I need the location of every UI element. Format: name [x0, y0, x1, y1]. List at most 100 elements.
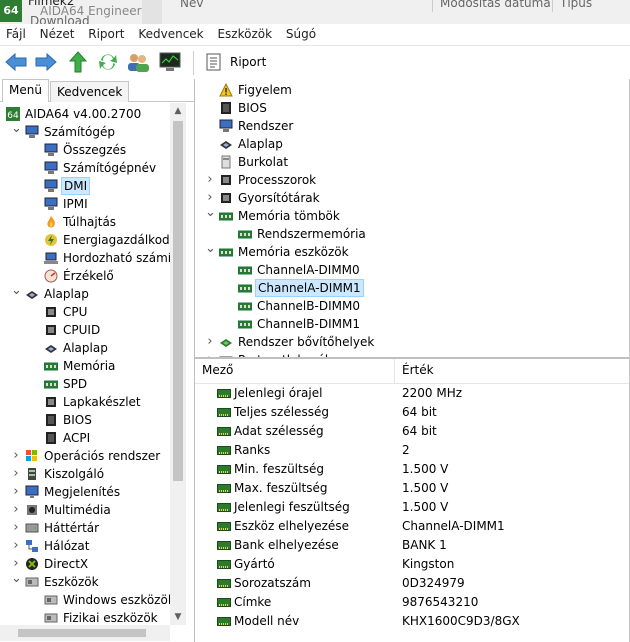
tree-item[interactable]: DMI	[0, 177, 170, 195]
tree-item[interactable]: IPMI	[0, 195, 170, 213]
table-row[interactable]: Max. feszültség 1.500 V	[195, 479, 630, 498]
tree-item[interactable]: › Hálózat	[0, 537, 170, 555]
column-header-field[interactable]: Mező	[202, 363, 233, 377]
tree-item[interactable]: ⌄ Memória tömbök	[195, 206, 630, 225]
tree-item[interactable]: BIOS	[0, 411, 170, 429]
tree-item[interactable]: ⌄ Alaplap	[0, 284, 170, 303]
tree-item[interactable]: Érzékelő	[0, 267, 170, 285]
tree-item[interactable]: ⌄ Memória eszközök	[195, 242, 630, 261]
table-row[interactable]: Adat szélesség 64 bit	[195, 422, 630, 441]
collapse-chevron-icon[interactable]: ⌄	[11, 572, 22, 591]
menu-view[interactable]: Nézet	[35, 24, 80, 44]
table-row[interactable]: Címke 9876543210	[195, 593, 630, 612]
expand-chevron-icon[interactable]: ›	[11, 465, 21, 483]
tree-item[interactable]: Alaplap	[195, 135, 630, 153]
vertical-scrollbar[interactable]: ▲ ▼	[170, 103, 186, 625]
collapse-chevron-icon[interactable]: ⌄	[205, 242, 216, 261]
expand-chevron-icon[interactable]: ›	[11, 483, 21, 501]
tree-item[interactable]: Energiagazdálkodás	[0, 231, 170, 249]
tree-item[interactable]: › Rendszer bővítőhelyek	[195, 333, 630, 351]
menu-tools[interactable]: Eszközök	[212, 24, 277, 44]
table-row[interactable]: Teljes szélesség 64 bit	[195, 403, 630, 422]
up-button[interactable]	[66, 51, 90, 73]
tree-item[interactable]: › Operációs rendszer	[0, 447, 170, 465]
column-header-value[interactable]: Érték	[402, 363, 434, 377]
users-button[interactable]	[126, 51, 150, 73]
tree-item[interactable]: Rendszer	[195, 117, 630, 135]
tree-item[interactable]: 64 AIDA64 v4.00.2700	[0, 105, 170, 123]
forward-button[interactable]	[34, 51, 58, 73]
expand-chevron-icon[interactable]: ›	[205, 171, 215, 189]
tree-item[interactable]: Figyelem	[195, 81, 630, 99]
refresh-button[interactable]	[96, 51, 120, 73]
menu-file[interactable]: Fájl	[0, 24, 31, 44]
table-row[interactable]: Jelenlegi órajel 2200 MHz	[195, 384, 630, 403]
windows-icon	[25, 449, 39, 463]
scrollbar-thumb[interactable]	[173, 121, 183, 481]
tree-item[interactable]: › DirectX	[0, 555, 170, 573]
table-row[interactable]: Eszköz elhelyezése ChannelA-DIMM1	[195, 517, 630, 536]
table-row[interactable]: Jelenlegi feszültség 1.500 V	[195, 498, 630, 517]
tree-item[interactable]: › Gyorsítótárak	[195, 189, 630, 207]
tree-item[interactable]: › Portcsatlakozók	[195, 351, 630, 357]
table-row[interactable]: Ranks 2	[195, 441, 630, 460]
expand-chevron-icon[interactable]: ›	[11, 447, 21, 465]
tree-item[interactable]: BIOS	[195, 99, 630, 117]
expand-chevron-icon[interactable]: ›	[11, 519, 21, 537]
expand-chevron-icon[interactable]: ›	[11, 501, 21, 519]
tree-item-label: Összegzés	[63, 143, 127, 157]
tree-item[interactable]: › Megjelenítés	[0, 483, 170, 501]
tree-item[interactable]: Számítógépnév	[0, 159, 170, 177]
tree-item[interactable]: SPD	[0, 375, 170, 393]
tree-item[interactable]: ⌄ Eszközök	[0, 572, 170, 591]
tree-item[interactable]: ⌄ Számítógép	[0, 122, 170, 141]
column-divider[interactable]	[394, 359, 395, 383]
expand-chevron-icon[interactable]: ›	[205, 333, 215, 351]
tree-item[interactable]: ChannelA-DIMM0	[195, 261, 630, 279]
tab-favorites[interactable]: Kedvencek	[50, 81, 130, 102]
tree-item[interactable]: › Multimédia	[0, 501, 170, 519]
table-row[interactable]: Sorozatszám 0D324979	[195, 574, 630, 593]
tree-item[interactable]: Fizikai eszközök	[0, 609, 170, 623]
expand-chevron-icon[interactable]: ›	[11, 537, 21, 555]
tree-item[interactable]: Lapkakészlet	[0, 393, 170, 411]
tree-item[interactable]: › Háttértár	[0, 519, 170, 537]
collapse-chevron-icon[interactable]: ⌄	[205, 206, 216, 225]
tree-item[interactable]: ACPI	[0, 429, 170, 447]
table-row[interactable]: Bank elhelyezése BANK 1	[195, 536, 630, 555]
tree-item[interactable]: Memória	[0, 357, 170, 375]
tree-item[interactable]: Rendszermemória	[195, 225, 630, 243]
menu-help[interactable]: Súgó	[281, 24, 321, 44]
scroll-up-icon[interactable]: ▲	[170, 103, 186, 119]
tree-item[interactable]: CPU	[0, 303, 170, 321]
collapse-chevron-icon[interactable]: ⌄	[11, 284, 22, 303]
memory-icon	[237, 263, 253, 277]
tree-item[interactable]: CPUID	[0, 321, 170, 339]
table-row[interactable]: Modell név KHX1600C9D3/8GX	[195, 612, 630, 631]
back-button[interactable]	[4, 51, 28, 73]
report-button[interactable]: Riport	[206, 50, 266, 74]
tree-item[interactable]: Windows eszközök	[0, 591, 170, 609]
tree-item[interactable]: Túlhajtás	[0, 213, 170, 231]
menu-favorites[interactable]: Kedvencek	[133, 24, 208, 44]
tree-item[interactable]: ChannelA-DIMM1	[195, 279, 630, 297]
tree-item[interactable]: Összegzés	[0, 141, 170, 159]
tree-item[interactable]: ChannelB-DIMM0	[195, 297, 630, 315]
tree-item[interactable]: ChannelB-DIMM1	[195, 315, 630, 333]
horizontal-scrollbar[interactable]	[0, 625, 170, 641]
tree-item[interactable]: › Kiszolgáló	[0, 465, 170, 483]
table-row[interactable]: Gyártó Kingston	[195, 555, 630, 574]
expand-chevron-icon[interactable]: ›	[205, 351, 215, 357]
scroll-down-icon[interactable]: ▼	[170, 609, 186, 625]
monitor-button[interactable]	[158, 51, 182, 73]
collapse-chevron-icon[interactable]: ⌄	[11, 122, 22, 141]
tab-menu[interactable]: Menü	[2, 79, 49, 102]
tree-item[interactable]: Alaplap	[0, 339, 170, 357]
toolbar: Riport	[0, 45, 630, 80]
tree-item[interactable]: Hordozható számító	[0, 249, 170, 267]
menu-report[interactable]: Riport	[83, 24, 129, 44]
table-row[interactable]: Min. feszültség 1.500 V	[195, 460, 630, 479]
scrollbar-thumb[interactable]	[18, 629, 146, 637]
tree-item[interactable]: › Processzorok	[195, 171, 630, 189]
tree-item[interactable]: Burkolat	[195, 153, 630, 171]
